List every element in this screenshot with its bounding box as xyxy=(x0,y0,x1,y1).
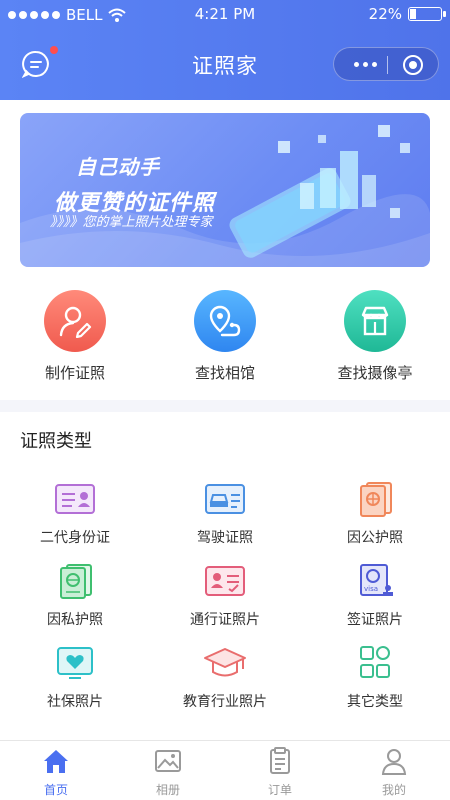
type-label: 通行证照片 xyxy=(190,612,260,628)
type-social-security[interactable]: 社保照片 xyxy=(5,645,145,711)
make-photo-button[interactable]: 制作证照 xyxy=(15,290,135,383)
banner-headline-1: 自己动手 xyxy=(76,155,160,179)
type-visa[interactable]: visa 签证照片 xyxy=(305,563,445,629)
more-icon[interactable] xyxy=(346,48,384,80)
tab-orders[interactable]: 订单 xyxy=(224,747,336,798)
type-driver-license[interactable]: 驾驶证照 xyxy=(155,481,295,547)
type-official-passport[interactable]: 因公护照 xyxy=(305,481,445,547)
id-card-icon xyxy=(55,484,95,514)
pass-card-icon xyxy=(205,566,245,596)
section-divider xyxy=(0,400,450,412)
type-label: 签证照片 xyxy=(347,612,403,628)
profile-icon xyxy=(381,749,407,775)
bottom-tab-bar: 首页 相册 订单 我的 xyxy=(0,740,450,800)
person-edit-icon xyxy=(59,306,92,338)
status-bar: BELL 4:21 PM 22% xyxy=(0,0,450,30)
tab-profile[interactable]: 我的 xyxy=(338,747,450,798)
find-studio-button[interactable]: 查找相馆 xyxy=(165,290,285,383)
promo-banner[interactable]: 自己动手 做更赞的证件照 》》》》您的掌上照片处理专家 xyxy=(20,113,430,267)
type-label: 社保照片 xyxy=(47,694,103,710)
type-label: 因公护照 xyxy=(347,530,403,546)
map-pin-icon xyxy=(209,305,241,337)
svg-text:visa: visa xyxy=(364,585,378,593)
official-passport-icon xyxy=(360,482,392,517)
type-id-card[interactable]: 二代身份证 xyxy=(5,481,145,547)
type-other[interactable]: 其它类型 xyxy=(305,645,445,711)
header: BELL 4:21 PM 22% 证照家 xyxy=(0,0,450,100)
mini-program-capsule xyxy=(333,47,439,81)
album-icon xyxy=(155,750,181,772)
social-security-icon xyxy=(57,647,93,679)
driver-license-icon xyxy=(205,484,245,514)
type-label: 因私护照 xyxy=(47,612,103,628)
banner-tagline: 》》》》您的掌上照片处理专家 xyxy=(50,215,213,230)
make-photo-label: 制作证照 xyxy=(44,364,105,382)
home-icon xyxy=(44,750,68,773)
tab-home[interactable]: 首页 xyxy=(0,747,112,798)
type-label: 二代身份证 xyxy=(40,530,110,546)
grid-more-icon xyxy=(360,646,390,678)
type-pass-card[interactable]: 通行证照片 xyxy=(155,563,295,629)
type-label: 教育行业照片 xyxy=(183,694,267,710)
type-label: 其它类型 xyxy=(347,694,403,710)
type-label: 驾驶证照 xyxy=(197,530,253,546)
close-target-icon[interactable] xyxy=(402,54,424,76)
order-icon xyxy=(270,747,290,774)
tab-label: 订单 xyxy=(267,783,292,797)
find-kiosk-button[interactable]: 查找摄像亭 xyxy=(315,290,435,383)
kiosk-icon xyxy=(361,306,389,336)
find-kiosk-label: 查找摄像亭 xyxy=(337,364,413,382)
find-studio-label: 查找相馆 xyxy=(194,364,255,382)
tab-label: 首页 xyxy=(43,783,68,797)
private-passport-icon xyxy=(60,564,92,599)
capsule-divider xyxy=(387,56,388,74)
tab-label: 相册 xyxy=(155,783,180,797)
tab-label: 我的 xyxy=(381,783,406,797)
battery-percent: 22% xyxy=(368,5,402,23)
type-private-passport[interactable]: 因私护照 xyxy=(5,563,145,629)
section-title: 证照类型 xyxy=(20,431,92,452)
tab-album[interactable]: 相册 xyxy=(112,747,224,798)
graduation-cap-icon xyxy=(204,648,246,677)
battery-icon xyxy=(408,7,446,21)
type-education[interactable]: 教育行业照片 xyxy=(155,645,295,711)
visa-icon: visa xyxy=(360,564,393,596)
